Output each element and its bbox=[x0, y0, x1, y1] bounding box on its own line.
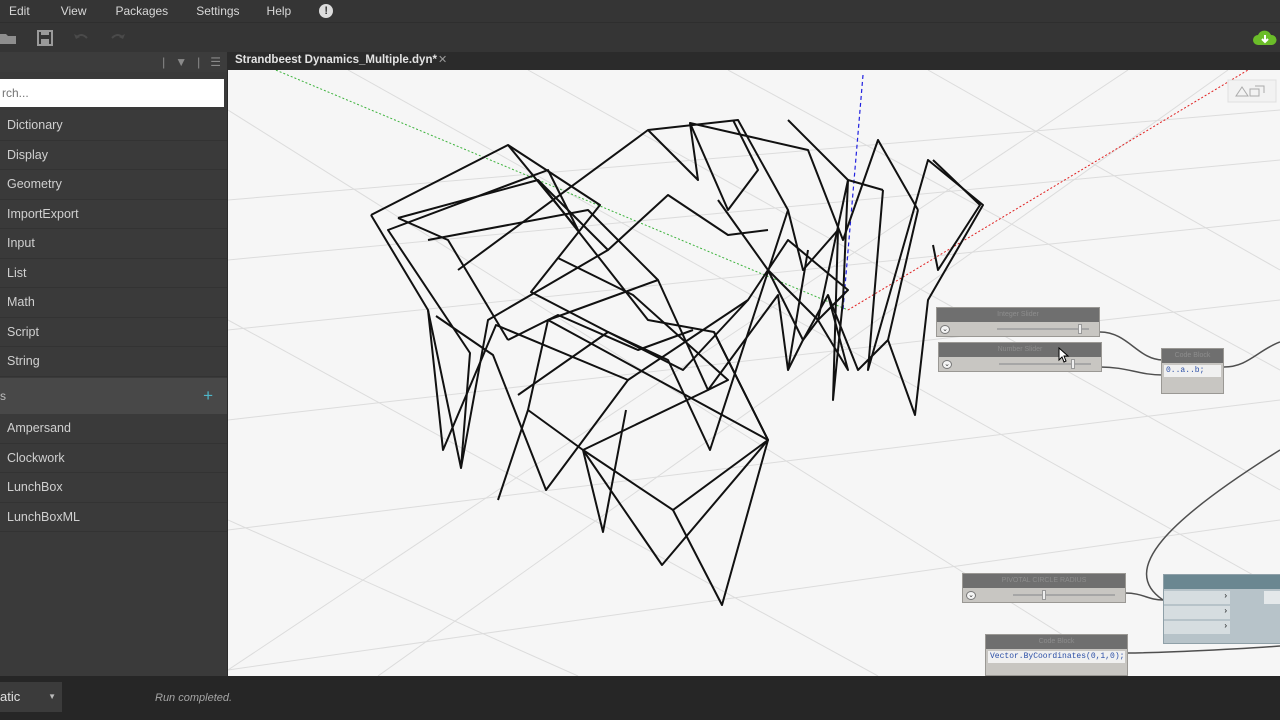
strandbeest-wireframe bbox=[370, 119, 984, 606]
menu-edit[interactable]: Edit bbox=[0, 0, 44, 22]
integer-slider-node[interactable]: Integer Slider ⌄ bbox=[936, 307, 1100, 337]
menu-help[interactable]: Help bbox=[254, 0, 306, 22]
list-view-icon[interactable]: ☰ bbox=[210, 55, 221, 69]
close-icon[interactable]: ✕ bbox=[438, 53, 447, 66]
view-toggle-icon[interactable] bbox=[1227, 79, 1277, 103]
package-list: Ampersand Clockwork LunchBox LunchBoxML bbox=[0, 414, 227, 532]
custom-node[interactable]: › › › bbox=[1163, 574, 1280, 644]
addons-label: s bbox=[0, 389, 6, 403]
output-port[interactable] bbox=[1264, 591, 1280, 604]
mouse-cursor-icon bbox=[1058, 347, 1070, 363]
slider-thumb[interactable] bbox=[1077, 324, 1082, 334]
node-title: Number Slider bbox=[939, 343, 1101, 357]
node-title: PIVOTAL CIRCLE RADIUS bbox=[963, 574, 1125, 588]
pivotal-circle-radius-slider[interactable]: PIVOTAL CIRCLE RADIUS ⌄ bbox=[962, 573, 1126, 603]
package-lunchbox[interactable]: LunchBox bbox=[0, 473, 227, 503]
library-search-input[interactable] bbox=[0, 79, 224, 107]
open-icon[interactable] bbox=[0, 30, 16, 46]
library-category-importexport[interactable]: ImportExport bbox=[0, 200, 227, 229]
library-header: | ▼ | ☰ bbox=[0, 52, 227, 72]
library-category-geometry[interactable]: Geometry bbox=[0, 170, 227, 200]
notification-icon[interactable]: ! bbox=[319, 4, 334, 18]
node-title: Integer Slider bbox=[937, 308, 1099, 322]
package-ampersand[interactable]: Ampersand bbox=[0, 414, 227, 444]
library-category-input[interactable]: Input bbox=[0, 229, 227, 259]
cloud-download-icon[interactable] bbox=[1252, 27, 1278, 49]
redo-icon[interactable] bbox=[110, 30, 126, 46]
run-status-text: Run completed. bbox=[155, 692, 233, 704]
number-slider-node[interactable]: Number Slider ⌄ bbox=[938, 342, 1102, 372]
axis-x-line bbox=[847, 70, 1249, 311]
divider-icon: | bbox=[197, 55, 201, 69]
run-mode-dropdown[interactable]: atic ▼ bbox=[0, 682, 62, 712]
slider-thumb[interactable] bbox=[1070, 359, 1075, 369]
axis-y-line bbox=[274, 70, 849, 311]
package-lunchboxml[interactable]: LunchBoxML bbox=[0, 503, 227, 532]
save-icon[interactable] bbox=[37, 30, 53, 46]
menu-view[interactable]: View bbox=[44, 0, 101, 22]
slider-track[interactable] bbox=[997, 324, 1089, 334]
addons-section-header[interactable]: s + bbox=[0, 378, 227, 414]
library-category-display[interactable]: Display bbox=[0, 141, 227, 170]
code-text[interactable]: Vector.ByCoordinates(0,1,0); bbox=[988, 651, 1125, 663]
library-panel: | ▼ | ☰ Dictionary Display Geometry Impo… bbox=[0, 52, 227, 677]
code-block-node[interactable]: Code Block 0..a..b; bbox=[1161, 348, 1224, 394]
menu-packages[interactable]: Packages bbox=[100, 0, 182, 22]
dynamo-window: Edit View Packages Settings Help ! | ▼ |… bbox=[0, 0, 1280, 720]
menu-bar: Edit View Packages Settings Help ! bbox=[0, 0, 1280, 22]
library-category-dictionary[interactable]: Dictionary bbox=[0, 111, 227, 141]
run-mode-label: atic bbox=[0, 689, 21, 704]
slider-thumb[interactable] bbox=[1041, 590, 1046, 600]
expand-chevron-icon[interactable]: ⌄ bbox=[940, 325, 950, 334]
library-category-math[interactable]: Math bbox=[0, 288, 227, 318]
node-title bbox=[1164, 575, 1280, 589]
vector-code-block-node[interactable]: Code Block Vector.ByCoordinates(0,1,0); bbox=[985, 634, 1128, 676]
library-category-string[interactable]: String bbox=[0, 347, 227, 377]
input-port-1[interactable]: › bbox=[1164, 591, 1230, 604]
expand-chevron-icon[interactable]: ⌄ bbox=[966, 591, 976, 600]
filter-icon[interactable]: ▼ bbox=[175, 55, 187, 69]
slider-track[interactable] bbox=[1013, 590, 1115, 600]
layout-icon[interactable]: | bbox=[162, 55, 165, 69]
expand-chevron-icon[interactable]: ⌄ bbox=[942, 360, 952, 369]
undo-icon[interactable] bbox=[73, 30, 89, 46]
input-port-2[interactable]: › bbox=[1164, 606, 1230, 619]
node-title: Code Block bbox=[1162, 349, 1223, 363]
library-category-list: Dictionary Display Geometry ImportExport… bbox=[0, 111, 227, 377]
input-port-3[interactable]: › bbox=[1164, 621, 1230, 634]
library-category-script[interactable]: Script bbox=[0, 318, 227, 347]
graph-canvas[interactable]: Integer Slider ⌄ Number Slider ⌄ Code Bl… bbox=[228, 70, 1280, 676]
add-icon[interactable]: + bbox=[203, 378, 213, 414]
chevron-down-icon: ▼ bbox=[48, 692, 56, 701]
code-text[interactable]: 0..a..b; bbox=[1164, 365, 1221, 377]
toolbar bbox=[0, 22, 1280, 52]
slider-track[interactable] bbox=[999, 359, 1091, 369]
workspace-tab-bar: Strandbeest Dynamics_Multiple.dyn* ✕ bbox=[227, 52, 1280, 70]
node-title: Code Block bbox=[986, 635, 1127, 649]
library-category-list[interactable]: List bbox=[0, 259, 227, 288]
menu-settings[interactable]: Settings bbox=[182, 0, 253, 22]
package-clockwork[interactable]: Clockwork bbox=[0, 444, 227, 473]
status-bar: atic ▼ Run completed. bbox=[0, 676, 1280, 720]
workspace-tab[interactable]: Strandbeest Dynamics_Multiple.dyn* bbox=[227, 52, 445, 70]
